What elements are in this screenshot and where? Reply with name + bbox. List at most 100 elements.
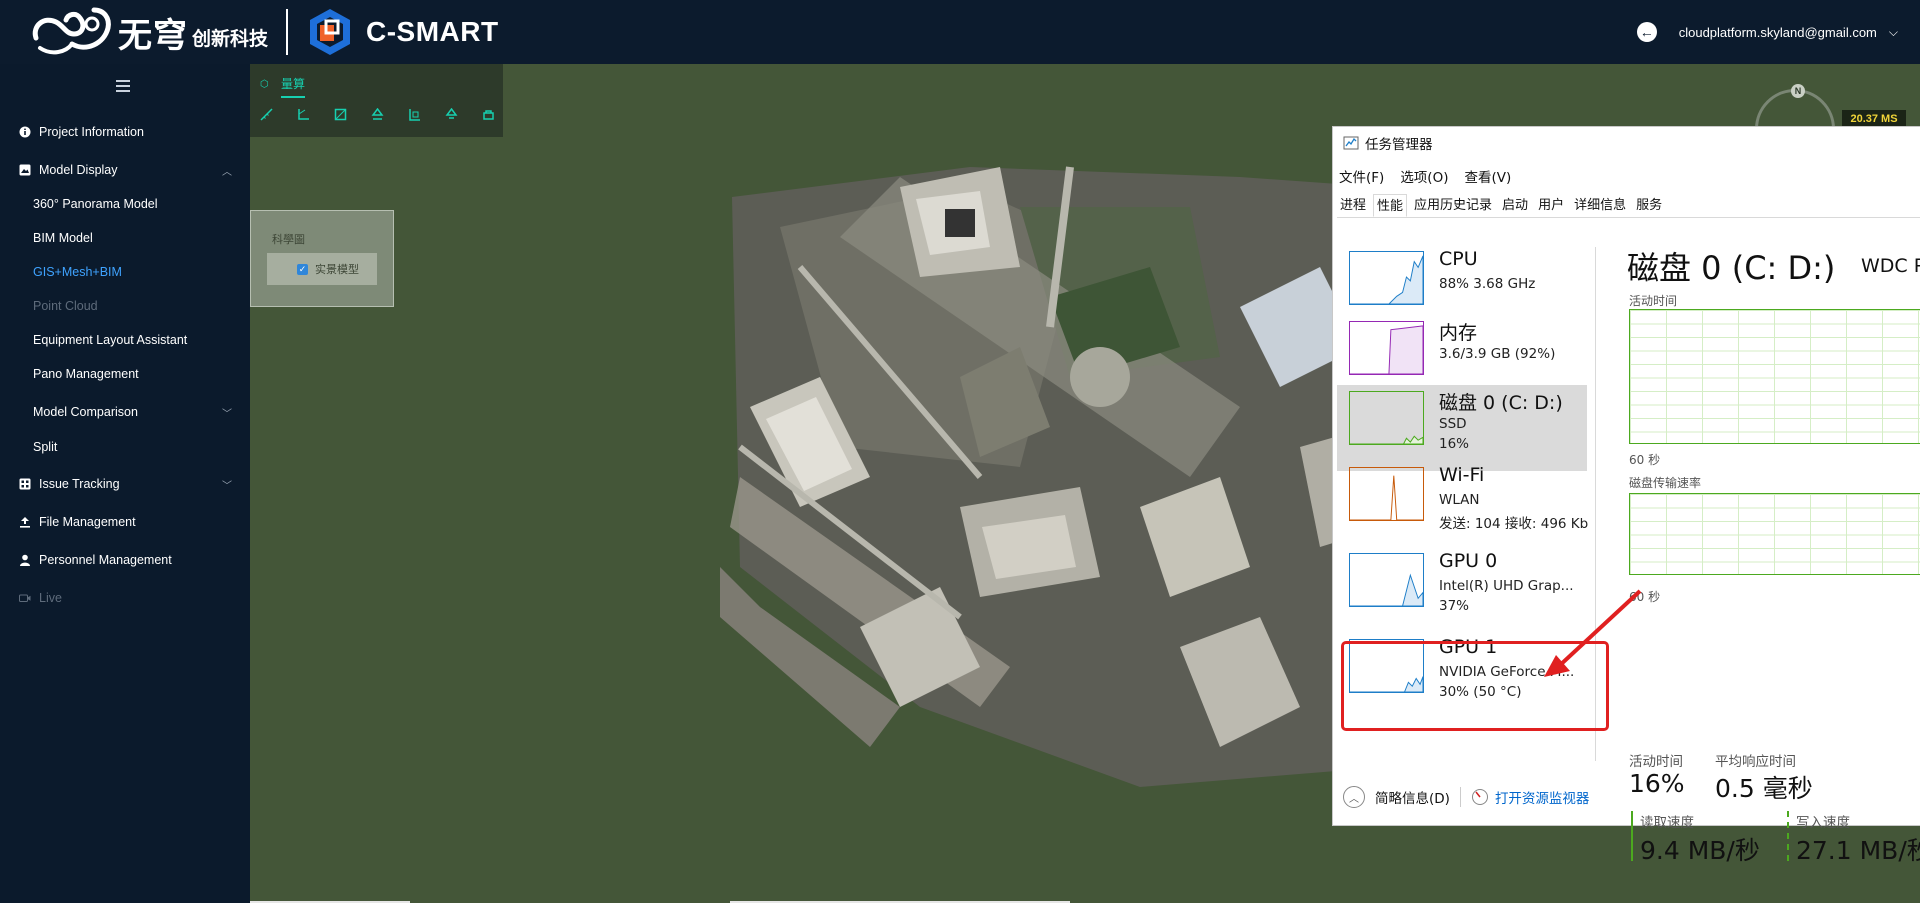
sidebar-item-equipment-layout-assistant[interactable]: Equipment Layout Assistant [0, 322, 250, 358]
sidebar-item-split[interactable]: Split [0, 429, 250, 465]
task-manager-titlebar[interactable]: 任务管理器 [1333, 127, 1920, 159]
fewer-details-link[interactable]: 简略信息(D) [1375, 787, 1450, 807]
sidebar-item-gis-mesh-bim[interactable]: GIS+Mesh+BIM [0, 254, 250, 290]
sidebar-item-file-management[interactable]: File Management [0, 504, 250, 540]
stat-response-label: 平均响应时间 [1715, 754, 1796, 770]
sidebar-item-bim-model[interactable]: BIM Model [0, 220, 250, 256]
tab-measure-label: 量算 [281, 71, 306, 98]
annotation-arrow-icon [1544, 589, 1642, 677]
active-time-graph [1629, 309, 1920, 444]
tab-app-history[interactable]: 应用历史记录 [1411, 194, 1495, 217]
resource-name: 磁盘 0 (C: D:) [1439, 392, 1563, 414]
sidebar-item-panorama-model[interactable]: 360° Panorama Model [0, 186, 250, 222]
sidebar-item-label: Point Cloud [33, 299, 98, 313]
layer-panel-title: 科學圖 [272, 234, 305, 246]
resource-detail: SSD [1439, 416, 1467, 432]
tab-services[interactable]: 服务 [1633, 194, 1665, 217]
stat-write-value: 27.1 MB/秒 [1796, 836, 1920, 865]
resource-item-disk0[interactable]: 磁盘 0 (C: D:) SSD 16% [1337, 385, 1587, 471]
top-bar: 无穹 创新科技 C-SMART ← cloudplatform.skyland@… [0, 0, 1920, 64]
menu-view[interactable]: 查看(V) [1464, 166, 1511, 186]
tab-measure[interactable]: ⬡ 量算 [260, 69, 306, 99]
task-manager-tabs: 进程 性能 应用历史记录 启动 用户 详细信息 服务 [1337, 194, 1920, 218]
clear-icon[interactable] [482, 108, 495, 121]
tab-startup[interactable]: 启动 [1499, 194, 1531, 217]
sidebar-item-personnel-management[interactable]: Personnel Management [0, 542, 250, 578]
layer-item-reality-model[interactable]: ✓ 实景模型 [267, 253, 377, 285]
menu-file[interactable]: 文件(F) [1339, 166, 1384, 186]
image-icon [18, 163, 32, 177]
brand-divider [286, 9, 289, 55]
chevron-down-icon[interactable]: ⌵ [1889, 25, 1898, 40]
user-icon [18, 553, 32, 567]
sidebar-item-pano-management[interactable]: Pano Management [0, 356, 250, 392]
tab-users[interactable]: 用户 [1535, 194, 1567, 217]
chevron-down-icon: ﹀ [222, 408, 232, 420]
sidebar-item-project-information[interactable]: Project Information [0, 114, 250, 150]
height-icon[interactable] [371, 108, 384, 121]
chevron-up-icon[interactable]: ︿ [1343, 786, 1365, 808]
user-email-menu[interactable]: cloudplatform.skyland@gmail.com [1679, 25, 1877, 40]
section-icon[interactable] [408, 108, 421, 121]
disk-detail-title: 磁盘 0 (C: D:) [1627, 249, 1836, 287]
angle-icon[interactable] [297, 108, 310, 121]
resource-detail-secondary: 37% [1439, 598, 1470, 614]
checkbox-checked-icon[interactable]: ✓ [297, 263, 308, 275]
menu-options[interactable]: 选项(O) [1400, 166, 1448, 186]
company-name: 无穹 [118, 15, 188, 56]
company-logo-icon [32, 7, 111, 55]
tab-performance[interactable]: 性能 [1373, 194, 1408, 217]
volume-icon[interactable] [445, 108, 458, 121]
task-manager-footer: ︿ 简略信息(D) 打开资源监视器 [1333, 782, 1920, 812]
resource-detail: 3.6/3.9 GB (92%) [1439, 346, 1556, 362]
sidebar-item-label: Issue Tracking [39, 477, 120, 491]
sidebar: Project Information Model Display ︿ 360°… [0, 64, 250, 903]
task-manager-window: 任务管理器 文件(F) 选项(O) 查看(V) 进程 性能 应用历史记录 启动 … [1332, 126, 1920, 865]
resource-detail-secondary: 16% [1439, 436, 1470, 452]
resource-detail: WLAN [1439, 492, 1480, 508]
sidebar-item-model-display[interactable]: Model Display ︿ [0, 152, 250, 188]
company-tagline: 创新科技 [192, 27, 269, 50]
compass-north-label: N [1791, 84, 1805, 98]
tab-processes[interactable]: 进程 [1337, 194, 1369, 217]
write-speed-marker [1787, 811, 1789, 861]
sidebar-item-model-comparison[interactable]: Model Comparison ﹀ [0, 394, 250, 430]
stat-read-label: 读取速度 [1640, 815, 1694, 831]
info-icon [18, 125, 32, 139]
app-root: 无穹 创新科技 C-SMART ← cloudplatform.skyland@… [0, 0, 1920, 903]
resource-name: CPU [1439, 248, 1478, 270]
stat-read-value: 9.4 MB/秒 [1640, 836, 1760, 865]
resource-detail: 88% 3.68 GHz [1439, 276, 1536, 292]
sidebar-item-label: Live [39, 591, 62, 605]
video-icon [18, 591, 32, 605]
sidebar-item-label: Pano Management [33, 367, 139, 381]
reality-mesh-model[interactable] [720, 147, 1385, 787]
sidebar-item-issue-tracking[interactable]: Issue Tracking ﹀ [0, 466, 250, 502]
wifi-sparkline [1349, 467, 1424, 521]
area-icon[interactable] [334, 108, 347, 121]
measure-tools [260, 108, 495, 121]
sidebar-item-label: Split [33, 440, 58, 454]
ruler-icon[interactable] [260, 108, 273, 121]
sidebar-item-point-cloud[interactable]: Point Cloud [0, 288, 250, 324]
sidebar-item-live[interactable]: Live [0, 580, 250, 616]
active-time-graph-label: 活动时间 [1629, 294, 1678, 308]
disk-sparkline [1349, 391, 1424, 445]
back-arrow-icon[interactable]: ← [1636, 22, 1657, 42]
brand: 无穹 创新科技 C-SMART [0, 0, 499, 64]
layer-item-label: 实景模型 [315, 264, 359, 276]
task-manager-title: 任务管理器 [1365, 137, 1433, 153]
resource-item-wifi[interactable]: Wi-Fi WLAN 发送: 104 接收: 496 Kb [1337, 461, 1588, 547]
product-name: C-SMART [366, 16, 499, 47]
tab-details[interactable]: 详细信息 [1571, 194, 1629, 217]
transfer-rate-graph [1629, 493, 1920, 575]
chevron-up-icon: ︿ [222, 166, 232, 178]
sidebar-item-label: Equipment Layout Assistant [33, 333, 188, 347]
footer-separator [1459, 787, 1461, 807]
sidebar-item-label: Model Comparison [33, 405, 138, 419]
task-manager-menubar: 文件(F) 选项(O) 查看(V) [1339, 166, 1511, 186]
disk-model: WDC P [1861, 255, 1920, 277]
open-resource-monitor-link[interactable]: 打开资源监视器 [1495, 787, 1590, 807]
menu-toggle-icon[interactable] [116, 80, 130, 92]
cube-icon: ⬡ [260, 78, 269, 90]
